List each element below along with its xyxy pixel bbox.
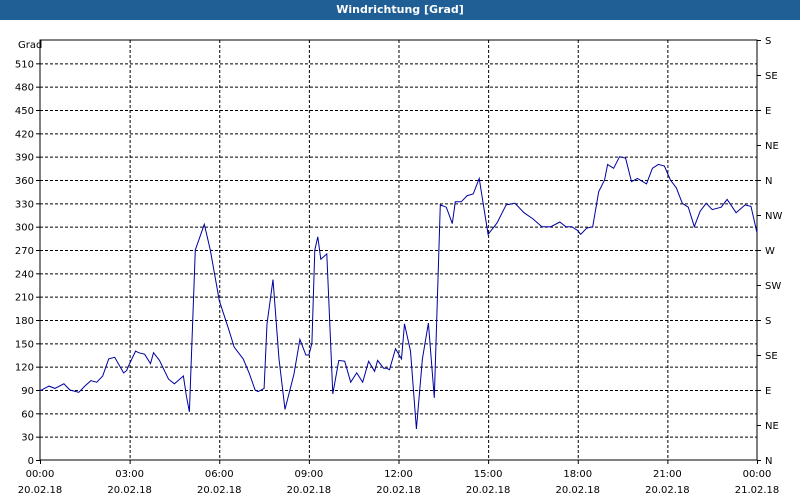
compass-label: W: [765, 246, 775, 257]
x-tick-time: 15:00: [474, 469, 503, 480]
y-tick-label: 150: [15, 339, 34, 350]
compass-label: SW: [765, 281, 781, 292]
compass-label: E: [765, 386, 771, 397]
y-tick-label: 90: [21, 386, 34, 397]
compass-label: E: [765, 106, 771, 117]
x-tick-time: 00:00: [26, 469, 55, 480]
x-tick-time: 21:00: [653, 469, 682, 480]
x-tick-date: 20.02.18: [197, 485, 242, 496]
grid-lines: [40, 40, 757, 460]
x-tick-date: 20.02.18: [287, 485, 332, 496]
compass-label: SE: [765, 71, 778, 82]
compass-label: NW: [765, 211, 782, 222]
x-tick-date: 20.02.18: [18, 485, 63, 496]
compass-label: N: [765, 176, 772, 187]
y-tick-label: 0: [28, 456, 34, 467]
y-tick-label: 270: [15, 246, 34, 257]
compass-label: NE: [765, 141, 779, 152]
x-tick-date: 21.02.18: [735, 485, 780, 496]
compass-label: NE: [765, 421, 779, 432]
x-tick-time: 12:00: [384, 469, 413, 480]
x-tick-date: 20.02.18: [645, 485, 690, 496]
chart-title-bar: Windrichtung [Grad]: [0, 0, 800, 20]
x-tick-date: 20.02.18: [466, 485, 511, 496]
y-tick-label: 390: [15, 153, 34, 164]
y-tick-label: 30: [21, 433, 34, 444]
x-tick-time: 09:00: [294, 469, 323, 480]
x-tick-time: 06:00: [205, 469, 234, 480]
compass-label: N: [765, 456, 772, 467]
right-axis: N NE E SE S SW W NW N NE E SE S: [757, 36, 782, 467]
y-tick-label: 180: [15, 316, 34, 327]
x-tick-date: 20.02.18: [376, 485, 421, 496]
compass-label: S: [765, 316, 771, 327]
x-tick-date: 20.02.18: [555, 485, 600, 496]
y-tick-label: 480: [15, 83, 34, 94]
chart-title: Windrichtung [Grad]: [336, 3, 464, 16]
y-tick-label: 120: [15, 363, 34, 374]
x-tick-time: 00:00: [743, 469, 772, 480]
y-tick-label: 360: [15, 176, 34, 187]
x-tick-date: 20.02.18: [107, 485, 152, 496]
y-tick-label: 210: [15, 293, 34, 304]
y-tick-label: 450: [15, 106, 34, 117]
y-tick-label: 420: [15, 129, 34, 140]
wind-direction-chart: 0 30 60 90 120 150 180 210 240 270 300 330 360 390 420…: [15, 36, 783, 496]
y-tick-label: 240: [15, 269, 34, 280]
compass-label: S: [765, 36, 771, 47]
compass-label: SE: [765, 351, 778, 362]
y-tick-label: 60: [21, 409, 34, 420]
left-axis: 0 30 60 90 120 150 180 210 240 270 300 330 360 390 420…: [15, 59, 40, 467]
x-axis: 00:00 20.02.18 03:00 20.02.18 06:00 20.02.18 0…: [18, 460, 780, 496]
x-tick-time: 03:00: [115, 469, 144, 480]
y-tick-label: 300: [15, 223, 34, 234]
y-tick-label: 330: [15, 199, 34, 210]
y-axis-label: Grad: [18, 40, 42, 51]
y-tick-label: 510: [15, 59, 34, 70]
x-tick-time: 18:00: [563, 469, 592, 480]
